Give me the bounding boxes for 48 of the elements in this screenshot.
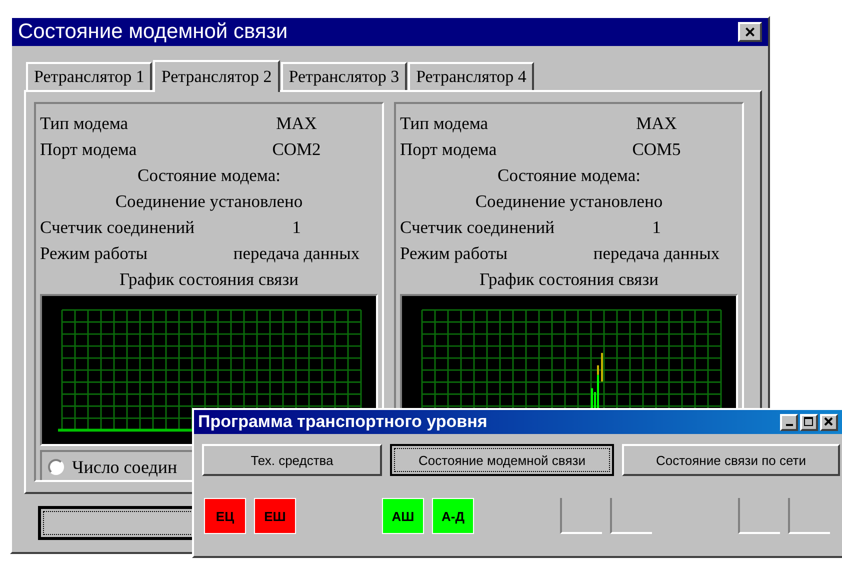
maximize-button[interactable] xyxy=(800,414,818,430)
tab[interactable]: Ретранслятор 2 xyxy=(153,60,280,92)
field-label: Счетчик соединений xyxy=(400,216,556,238)
window-title: Состояние модемной связи xyxy=(18,20,288,44)
field-label: Тип модема xyxy=(400,112,490,134)
field-label: Порт модема xyxy=(40,138,138,160)
field-value: передача данных xyxy=(232,242,361,264)
field-value: 1 xyxy=(651,216,662,238)
status-indicator: ЕЦ xyxy=(204,498,246,534)
tab[interactable]: Ретранслятор 4 xyxy=(408,62,534,90)
field-value: передача данных xyxy=(592,242,721,264)
field-value: MAX xyxy=(275,112,318,134)
view-button[interactable]: Состояние модемной связи xyxy=(390,444,614,476)
view-button[interactable]: Состояние связи по сети xyxy=(622,444,840,476)
field-value: MAX xyxy=(635,112,678,134)
view-button[interactable]: Тех. средства xyxy=(202,444,382,476)
field-label: Тип модема xyxy=(40,112,130,134)
field-value: COM2 xyxy=(271,138,322,160)
minimize-button[interactable] xyxy=(780,414,798,430)
minimize-icon xyxy=(786,424,792,426)
field-value: 1 xyxy=(291,216,302,238)
status-text: Соединение установлено xyxy=(475,191,663,211)
status-indicator xyxy=(738,498,780,534)
close-icon xyxy=(824,417,834,427)
status-indicator: АШ xyxy=(382,498,424,534)
field-value: COM5 xyxy=(631,138,682,160)
status-indicator: А-Д xyxy=(432,498,474,534)
status-indicator xyxy=(788,498,830,534)
field-label: Счетчик соединений xyxy=(40,216,196,238)
status-indicator: ЕШ xyxy=(254,498,296,534)
status-text: Состояние модема: xyxy=(138,165,280,185)
status-indicator xyxy=(610,498,652,534)
close-button[interactable] xyxy=(820,414,838,430)
window-title: Программа транспортного уровня xyxy=(198,412,488,432)
field-label: Режим работы xyxy=(400,242,509,264)
status-text: Состояние модема: xyxy=(498,165,640,185)
field-label: Порт модема xyxy=(400,138,498,160)
radio-label: Число соедин xyxy=(72,456,178,478)
tab[interactable]: Ретранслятор 1 xyxy=(26,62,152,90)
tab[interactable]: Ретранслятор 3 xyxy=(280,62,408,90)
status-text: Соединение установлено xyxy=(115,191,303,211)
radio-button[interactable] xyxy=(48,459,64,475)
status-text: График состояния связи xyxy=(120,269,298,289)
field-label: Режим работы xyxy=(40,242,149,264)
status-text: График состояния связи xyxy=(480,269,658,289)
close-button[interactable]: × xyxy=(738,22,762,42)
maximize-icon xyxy=(804,417,814,427)
status-indicator xyxy=(560,498,602,534)
